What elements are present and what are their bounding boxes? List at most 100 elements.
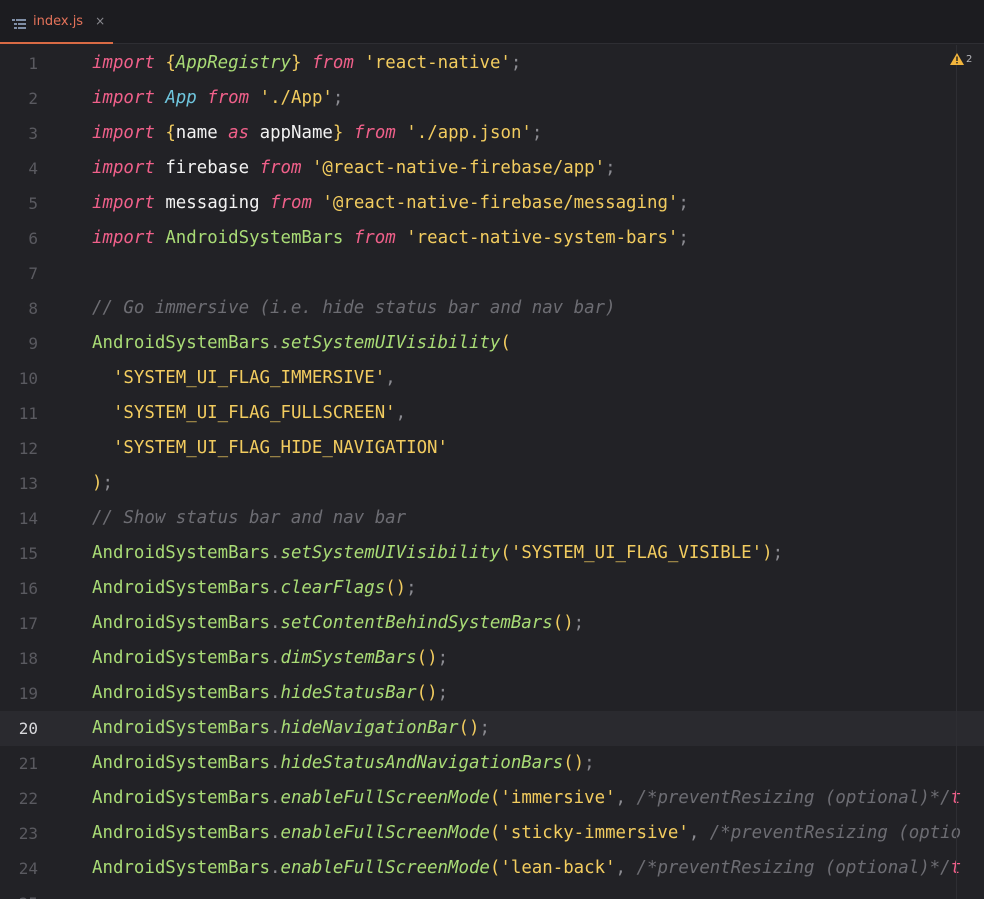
code-editor[interactable]: 1 import {AppRegistry} from 'react-native… [0,45,984,899]
code-line[interactable]: 18 AndroidSystemBars.dimSystemBars(); [0,641,984,676]
code-token: // Show status bar and nav bar [92,508,407,528]
code-token: /*preventResizing (optional)*/ [636,858,951,878]
code-token: hideStatusBar [280,683,417,703]
line-number: 5 [28,194,38,213]
code-token: import [92,193,155,213]
code-token: 'SYSTEM_UI_FLAG_HIDE_NAVIGATION' [112,438,448,458]
code-line[interactable]: 2 import App from './App'; [0,81,984,116]
code-token: ; [531,123,543,143]
line-code: AndroidSystemBars.hideStatusAndNavigatio… [92,746,595,781]
warnings-indicator[interactable]: 2 [950,50,972,69]
warning-icon [950,50,964,69]
line-number: 10 [18,369,38,388]
code-token: , [385,368,396,388]
code-line[interactable]: 13); [0,466,984,501]
code-token: { [165,53,176,73]
code-line[interactable]: 10 'SYSTEM_UI_FLAG_IMMERSIVE', [0,361,984,396]
code-token: from [353,228,396,248]
code-token: name [175,123,218,143]
code-token: () [385,578,407,598]
code-token: hideStatusAndNavigationBars [280,753,564,773]
code-token: ; [584,753,595,773]
code-token: '@react-native-firebase/app' [311,158,606,178]
line-code: import messaging from '@react-native-fir… [92,186,689,221]
code-token: /*preventResizing (optional)*/ [636,788,951,808]
line-code: 'SYSTEM_UI_FLAG_FULLSCREEN', [92,396,406,431]
code-line[interactable]: 23 AndroidSystemBars.enableFullScreenMode… [0,816,984,851]
code-line[interactable]: 4 import firebase from '@react-native-fir… [0,151,984,186]
code-line[interactable]: 14 // Show status bar and nav bar [0,501,984,536]
code-line[interactable]: 7 [0,256,984,291]
code-line[interactable]: 24 AndroidSystemBars.enableFullScreenMode… [0,851,984,886]
code-line[interactable]: 6 import AndroidSystemBars from 'react-na… [0,221,984,256]
line-number: 23 [18,824,38,843]
code-line[interactable]: 11 'SYSTEM_UI_FLAG_FULLSCREEN', [0,396,984,431]
code-line[interactable]: 17 AndroidSystemBars.setContentBehindSyst… [0,606,984,641]
code-token: ) [762,543,773,563]
code-token: 'SYSTEM_UI_FLAG_VISIBLE' [510,543,763,563]
line-code: // Go immersive (i.e. hide status bar an… [92,291,616,326]
code-token: { [165,123,176,143]
code-token: ; [406,578,417,598]
line-code: AndroidSystemBars.setContentBehindSystem… [92,606,584,641]
code-line[interactable]: 3 import {name as appName} from './app.js… [0,116,984,151]
code-token: AndroidSystemBars [92,648,270,668]
code-line[interactable]: 21 AndroidSystemBars.hideStatusAndNavigat… [0,746,984,781]
code-token: 'immersive' [500,788,616,808]
code-token: AndroidSystemBars [92,578,270,598]
line-code: import {name as appName} from './app.jso… [92,116,542,151]
code-token: . [270,823,281,843]
code-token: import [92,88,155,108]
editor-tab-bar: index.js × [0,0,984,44]
code-line[interactable]: 15 AndroidSystemBars.setSystemUIVisibilit… [0,536,984,571]
code-line[interactable]: 5 import messaging from '@react-native-fi… [0,186,984,221]
line-number: 11 [18,404,38,423]
code-line[interactable]: 8 // Go immersive (i.e. hide status bar a… [0,291,984,326]
code-line[interactable]: 12 'SYSTEM_UI_FLAG_HIDE_NAVIGATION' [0,431,984,466]
code-token: . [270,753,281,773]
code-token: ( [489,858,501,878]
code-token: from [207,88,250,108]
code-token: . [270,788,281,808]
tab-index-js[interactable]: index.js × [0,0,113,44]
code-token: appName [259,123,333,143]
tab-close-button[interactable]: × [95,14,105,28]
code-line[interactable]: 19 AndroidSystemBars.hideStatusBar(); [0,676,984,711]
code-line[interactable]: 22 AndroidSystemBars.enableFullScreenMode… [0,781,984,816]
line-number: 15 [18,544,38,563]
code-line[interactable]: 9 AndroidSystemBars.setSystemUIVisibility… [0,326,984,361]
code-token: '@react-native-firebase/messaging' [322,193,679,213]
line-code: 'SYSTEM_UI_FLAG_IMMERSIVE', [92,361,396,396]
code-token: 'react-native-system-bars' [406,228,679,248]
code-token: () [416,648,438,668]
code-line[interactable]: 20 AndroidSystemBars.hideNavigationBar(); [0,711,984,746]
code-token: clearFlags [280,578,386,598]
line-code: AndroidSystemBars.enableFullScreenMode('… [92,851,961,886]
code-token: AndroidSystemBars [92,788,270,808]
code-token: () [458,718,480,738]
line-number: 3 [28,124,38,143]
code-token: setSystemUIVisibility [280,543,501,563]
scrollbar-track[interactable] [956,45,957,899]
line-code: import AndroidSystemBars from 'react-nat… [92,221,689,256]
code-token: . [270,333,281,353]
code-token: , [395,403,407,423]
code-line[interactable]: 16 AndroidSystemBars.clearFlags(); [0,571,984,606]
code-line[interactable]: 25 [0,886,984,899]
line-number: 18 [18,649,38,668]
line-number: 25 [0,886,38,899]
code-token: ; [573,613,585,633]
code-token: AndroidSystemBars [92,613,270,633]
code-line[interactable]: 1 import {AppRegistry} from 'react-native… [0,46,984,81]
code-token: ( [489,788,501,808]
